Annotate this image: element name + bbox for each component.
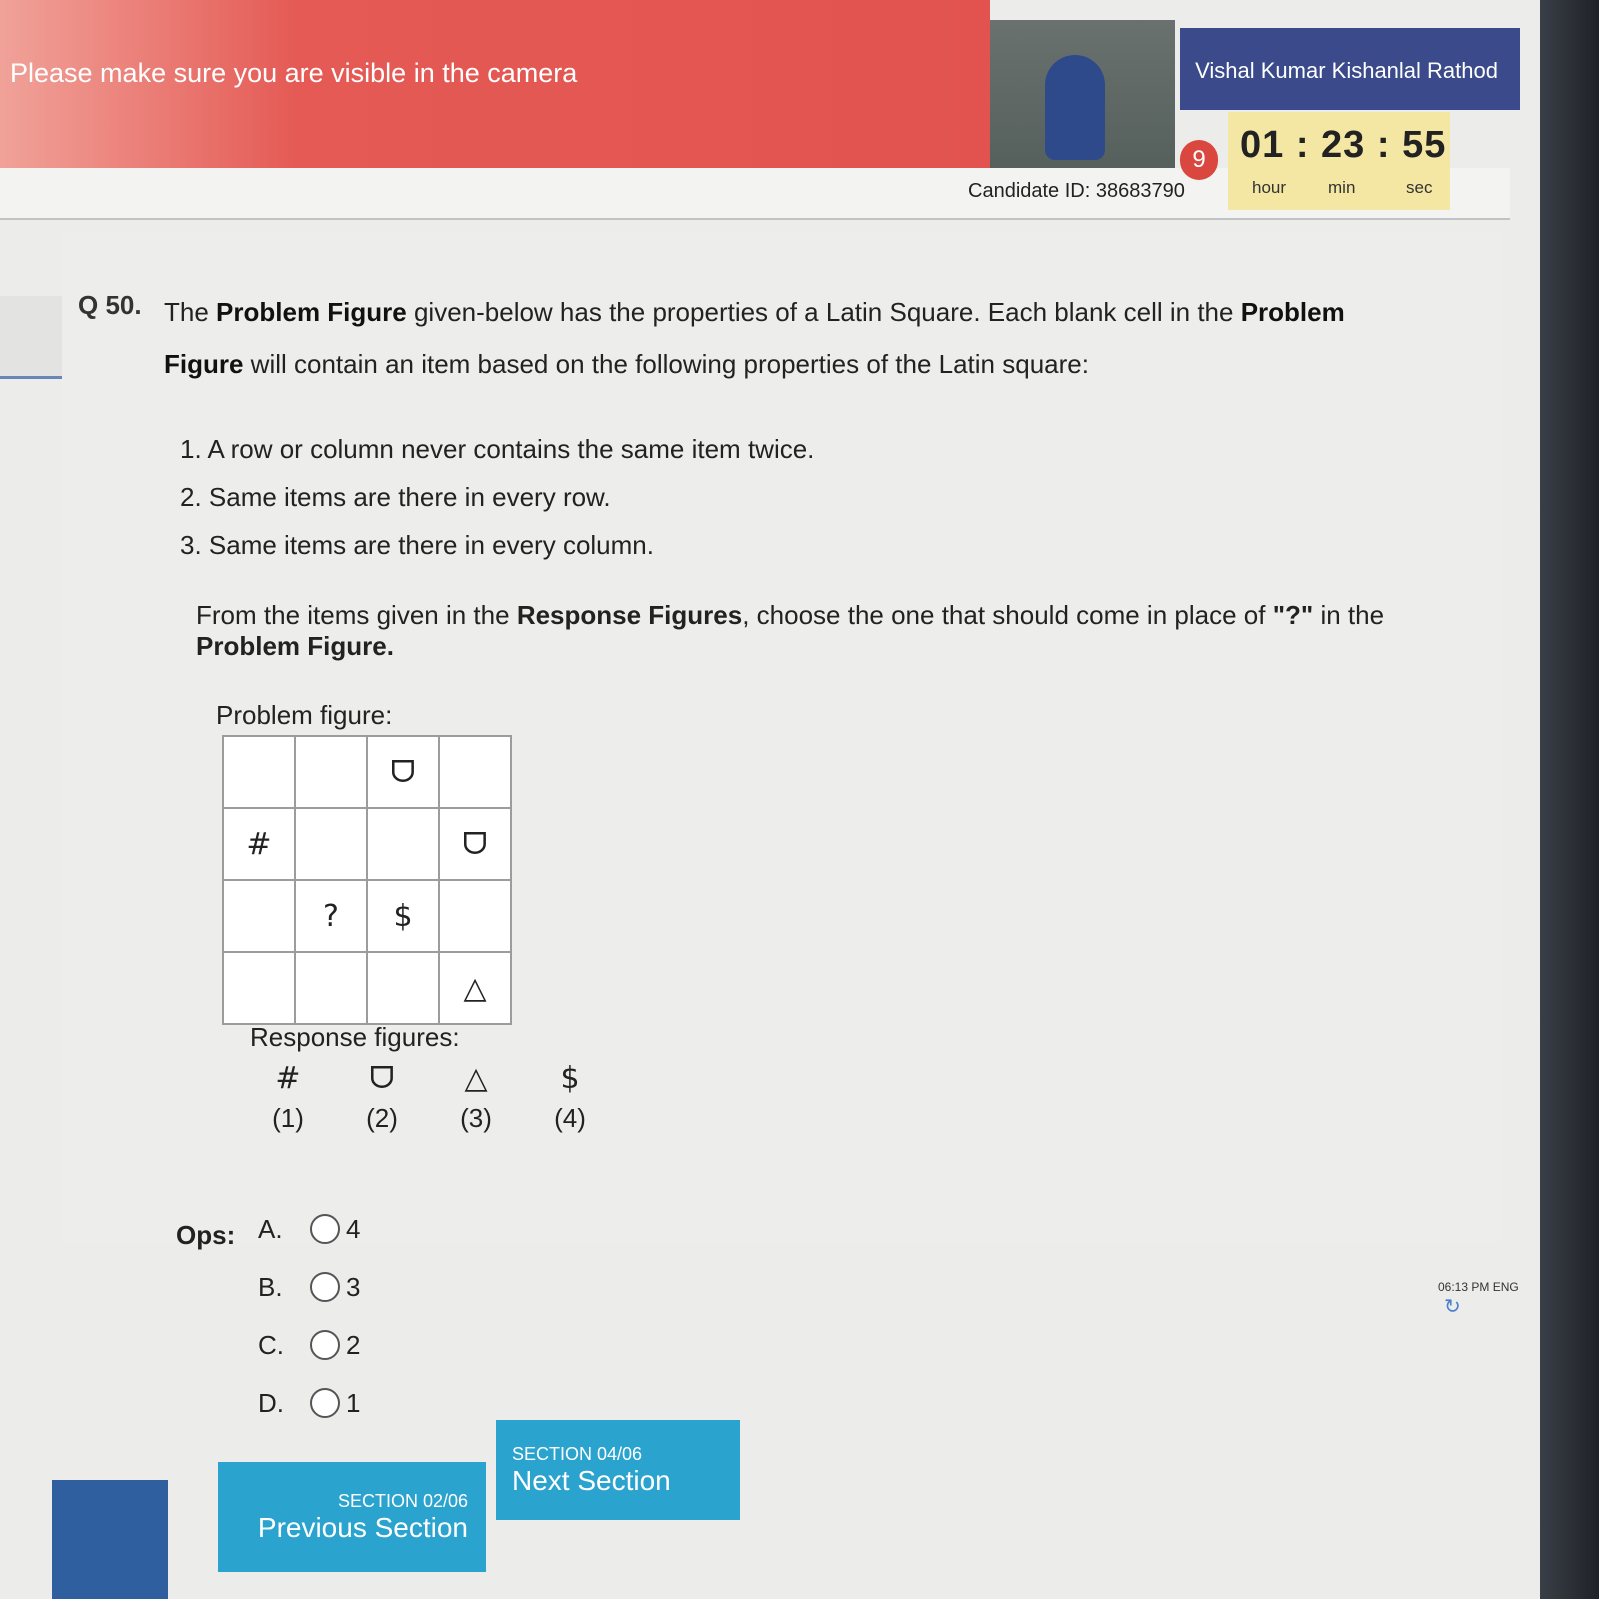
next-section-label: Next Section xyxy=(512,1464,671,1496)
option-b[interactable]: B. 3 xyxy=(258,1258,360,1316)
instruction-bold: "?" xyxy=(1272,600,1314,630)
system-tray: 06:13 PM ENG ↻ xyxy=(1438,1280,1540,1319)
problem-figure-label: Problem figure: xyxy=(216,700,393,730)
candidate-id: Candidate ID: 38683790 xyxy=(968,180,1185,202)
instruction-part: , choose the one that should come in pla… xyxy=(742,600,1273,630)
option-letter: B. xyxy=(258,1271,283,1302)
question-text-bold: Problem Figure xyxy=(216,297,407,327)
response-figure: $ (4) xyxy=(540,1055,600,1134)
response-symbol: # xyxy=(275,1061,301,1096)
question-number: Q 50. xyxy=(78,290,142,320)
response-symbol: ᗜ xyxy=(369,1061,395,1096)
rule-item: 3. Same items are there in every column. xyxy=(180,530,654,560)
question-text: The Problem Figure given-below has the p… xyxy=(164,286,1404,390)
timer-unit-min: min xyxy=(1328,178,1356,197)
camera-notice: Please make sure you are visible in the … xyxy=(10,58,578,88)
response-figure: △ (3) xyxy=(446,1055,506,1134)
option-d[interactable]: D. 1 xyxy=(258,1374,360,1432)
instruction-part: From the items given in the xyxy=(196,600,517,630)
camera-warning-bar: Please make sure you are visible in the … xyxy=(0,0,990,168)
answer-options: A. 4 B. 3 C. 2 D. 1 xyxy=(258,1200,360,1432)
grid-cell xyxy=(438,879,512,953)
latin-square-rules: 1. A row or column never contains the sa… xyxy=(180,425,814,569)
grid-cell xyxy=(294,807,368,881)
timer-units: hour min sec xyxy=(1252,178,1442,198)
grid-cell xyxy=(366,951,440,1025)
timer-value: 01 : 23 : 55 xyxy=(1240,124,1447,166)
question-text-part: The xyxy=(164,297,217,327)
instruction-bold: Problem Figure. xyxy=(196,631,394,661)
option-letter: A. xyxy=(258,1213,283,1244)
question-count-badge: 9 xyxy=(1180,140,1218,180)
next-section-number: SECTION 04/06 xyxy=(512,1443,643,1464)
option-value: 2 xyxy=(346,1329,361,1360)
option-b-radio[interactable] xyxy=(310,1272,340,1302)
grid-cell: ᗜ xyxy=(366,735,440,809)
response-number: (4) xyxy=(554,1103,586,1133)
option-c-radio[interactable] xyxy=(310,1330,340,1360)
countdown-timer: 01 : 23 : 55 hour min sec xyxy=(1228,112,1450,210)
grid-cell: ᗜ xyxy=(438,807,512,881)
instruction-text: From the items given in the Response Fig… xyxy=(196,600,1396,662)
response-figure: ᗜ (2) xyxy=(352,1055,412,1134)
question-text-part: given-below has the properties of a Lati… xyxy=(406,297,1241,327)
instruction-bold: Response Figures xyxy=(516,600,743,630)
rule-item: 2. Same items are there in every row. xyxy=(180,482,611,512)
monitor-bezel-right xyxy=(1540,0,1599,1599)
option-value: 1 xyxy=(346,1387,361,1418)
candidate-silhouette xyxy=(1045,55,1105,160)
grid-cell xyxy=(222,879,296,953)
user-name: Vishal Kumar Kishanlal Rathod xyxy=(1195,58,1498,83)
option-d-radio[interactable] xyxy=(310,1388,340,1418)
response-figures-label: Response figures: xyxy=(250,1022,460,1052)
left-nav-tab[interactable] xyxy=(52,1480,168,1599)
problem-figure-grid: ᗜ # ᗜ ? $ △ xyxy=(222,735,512,1025)
grid-cell: # xyxy=(222,807,296,881)
option-c[interactable]: C. 2 xyxy=(258,1316,360,1374)
options-label: Ops: xyxy=(176,1220,236,1250)
grid-cell xyxy=(438,735,512,809)
grid-cell xyxy=(366,807,440,881)
grid-cell: △ xyxy=(438,951,512,1025)
response-number: (3) xyxy=(460,1103,492,1133)
response-symbol: △ xyxy=(464,1061,488,1096)
grid-cell: $ xyxy=(366,879,440,953)
refresh-icon[interactable]: ↻ xyxy=(1444,1296,1461,1318)
option-letter: C. xyxy=(258,1329,284,1360)
previous-section-label: Previous Section xyxy=(257,1511,468,1543)
option-a-radio[interactable] xyxy=(310,1214,340,1244)
response-figures: # (1) ᗜ (2) △ (3) $ (4) xyxy=(258,1055,600,1134)
instruction-part: in the xyxy=(1313,600,1385,630)
option-value: 3 xyxy=(346,1271,361,1302)
exam-screen: Please make sure you are visible in the … xyxy=(0,0,1540,1599)
option-a[interactable]: A. 4 xyxy=(258,1200,360,1258)
response-figure: # (1) xyxy=(258,1055,318,1134)
response-number: (1) xyxy=(272,1103,304,1133)
previous-section-number: SECTION 02/06 xyxy=(337,1490,468,1511)
grid-cell xyxy=(294,735,368,809)
grid-cell xyxy=(222,735,296,809)
timer-unit-sec: sec xyxy=(1406,178,1433,197)
option-letter: D. xyxy=(258,1387,284,1418)
language-indicator[interactable]: ENG xyxy=(1493,1280,1519,1294)
clock: 06:13 PM xyxy=(1438,1280,1490,1294)
timer-unit-hour: hour xyxy=(1252,178,1287,197)
grid-cell xyxy=(294,951,368,1025)
previous-section-button[interactable]: SECTION 02/06 Previous Section xyxy=(218,1462,486,1572)
grid-cell-unknown: ? xyxy=(294,879,368,953)
grid-cell xyxy=(222,951,296,1025)
next-section-button[interactable]: SECTION 04/06 Next Section xyxy=(496,1420,740,1520)
question-palette-tab[interactable] xyxy=(0,296,66,379)
question-text-part: will contain an item based on the follow… xyxy=(243,349,1089,379)
response-symbol: $ xyxy=(560,1061,580,1096)
response-number: (2) xyxy=(366,1103,398,1133)
option-value: 4 xyxy=(346,1213,361,1244)
user-bar: Vishal Kumar Kishanlal Rathod xyxy=(1180,28,1520,110)
webcam-preview xyxy=(990,20,1175,170)
rule-item: 1. A row or column never contains the sa… xyxy=(180,434,815,464)
